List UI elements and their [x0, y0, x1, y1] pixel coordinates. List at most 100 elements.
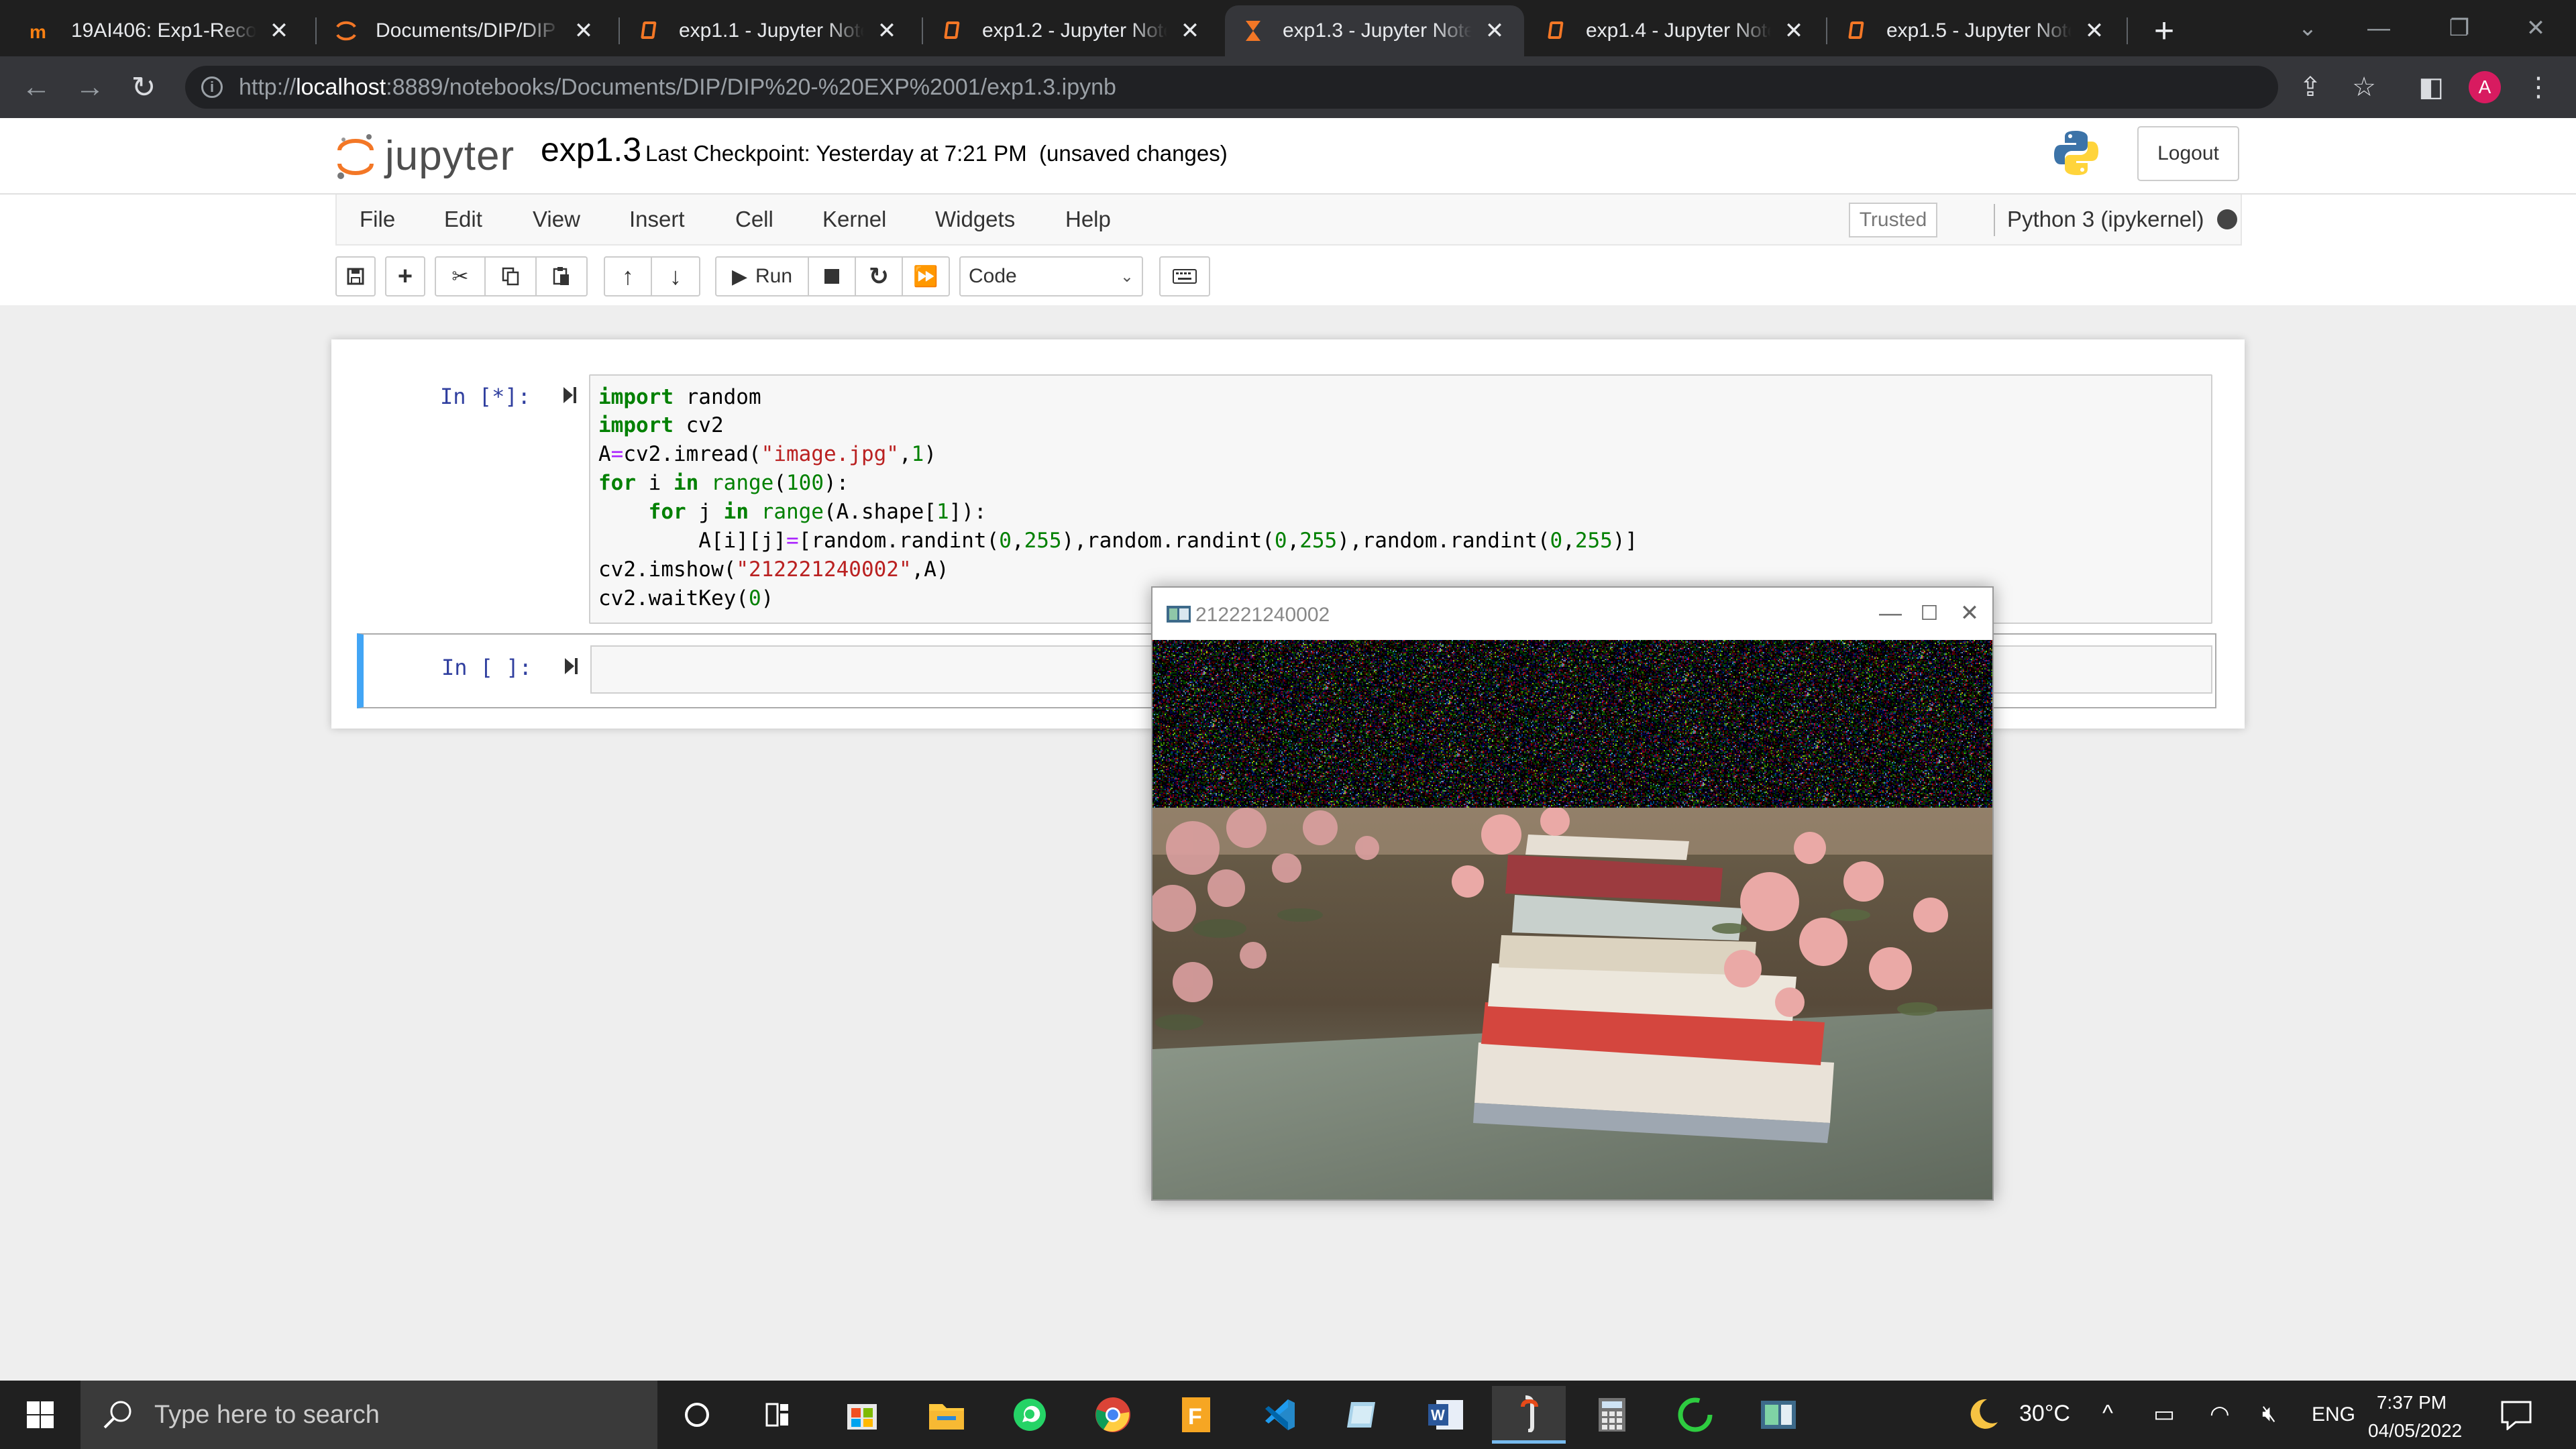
jupyter-logo-text: jupyter	[385, 132, 515, 179]
share-icon[interactable]: ⇪	[2289, 66, 2332, 109]
word-icon[interactable]: W	[1409, 1386, 1483, 1444]
python-logo-icon	[2054, 131, 2098, 175]
close-icon[interactable]: ✕	[1780, 17, 1807, 44]
info-icon[interactable]: i	[201, 76, 223, 98]
close-icon[interactable]: ✕	[1177, 17, 1203, 44]
opencv-taskbar-icon[interactable]	[1741, 1386, 1815, 1444]
maximize-icon[interactable]: ☐	[1909, 594, 1949, 632]
temperature[interactable]: 30°C	[2019, 1401, 2070, 1427]
save-button[interactable]	[335, 256, 376, 297]
whatsapp-icon[interactable]	[993, 1386, 1067, 1444]
cut-button[interactable]: ✂	[435, 256, 486, 297]
file-app-icon[interactable]: F	[1159, 1386, 1233, 1444]
new-tab-button[interactable]: +	[2144, 11, 2184, 51]
close-window-icon[interactable]: ✕	[2496, 0, 2576, 56]
browser-tab-strip: m 19AI406: Exp1-Record ✕ Documents/DIP/D…	[0, 0, 2576, 56]
window-titlebar[interactable]: 212221240002 — ☐ ✕	[1152, 588, 1992, 640]
cell-type-select[interactable]: Code ⌄	[959, 256, 1143, 297]
minimize-icon[interactable]: —	[1870, 594, 1911, 632]
vscode-icon[interactable]	[1242, 1386, 1316, 1444]
command-palette-button[interactable]	[1159, 256, 1210, 297]
language-indicator[interactable]: ENG	[2312, 1403, 2355, 1426]
copy-button[interactable]	[486, 256, 537, 297]
opencv-image-window[interactable]: 212221240002 — ☐ ✕	[1151, 586, 1994, 1201]
tab-documents[interactable]: Documents/DIP/DIP %20-%20EXP%2001/ ✕	[318, 5, 613, 56]
menu-widgets[interactable]: Widgets	[935, 207, 1015, 232]
tab-search-chevron-icon[interactable]: ⌄	[2267, 0, 2348, 56]
close-icon[interactable]: ✕	[873, 17, 900, 44]
tab-moodle[interactable]: m 19AI406: Exp1-Record ✕	[13, 5, 309, 56]
close-icon[interactable]: ✕	[1949, 594, 1990, 632]
forward-arrow-icon[interactable]: →	[68, 66, 111, 109]
tab-exp1-1[interactable]: exp1.1 - Jupyter Notebook ✕	[621, 5, 916, 56]
microsoft-store-icon[interactable]	[825, 1386, 899, 1444]
checkpoint-status: Last Checkpoint: Yesterday at 7:21 PM (u…	[645, 141, 1228, 166]
close-icon[interactable]: ✕	[2081, 17, 2108, 44]
run-cell-icon[interactable]	[562, 385, 578, 405]
menu-file[interactable]: File	[360, 207, 395, 232]
trusted-indicator[interactable]: Trusted	[1849, 203, 1937, 237]
notification-icon[interactable]	[2500, 1399, 2533, 1430]
clock-date: 04/05/2022	[2368, 1420, 2463, 1441]
tab-exp1-5[interactable]: exp1.5 - Jupyter Notebook ✕	[1829, 5, 2124, 56]
restart-run-all-button[interactable]: ⏩	[903, 256, 950, 297]
profile-avatar[interactable]: A	[2469, 71, 2501, 103]
insert-cell-button[interactable]: +	[385, 256, 425, 297]
calculator-icon[interactable]	[1575, 1386, 1649, 1444]
back-arrow-icon[interactable]: ←	[15, 66, 58, 109]
restore-icon[interactable]: ❐	[2419, 0, 2500, 56]
menu-help[interactable]: Help	[1065, 207, 1111, 232]
code-line: cv2.waitKey(0)	[598, 586, 774, 610]
restart-kernel-button[interactable]: ↻	[856, 256, 903, 297]
move-up-button[interactable]: ↑	[604, 256, 652, 297]
tab-exp1-2[interactable]: exp1.2 - Jupyter Notebook ✕	[924, 5, 1220, 56]
wifi-icon[interactable]: ◠	[2210, 1401, 2230, 1428]
menu-cell[interactable]: Cell	[735, 207, 773, 232]
notes-app-icon[interactable]	[1326, 1386, 1399, 1444]
url-host: localhost	[296, 74, 386, 100]
clock[interactable]: 7:37 PM 04/05/2022	[2368, 1389, 2463, 1445]
run-label: Run	[755, 265, 793, 287]
cortana-icon[interactable]	[660, 1386, 734, 1444]
close-icon[interactable]: ✕	[1481, 17, 1508, 44]
menu-view[interactable]: View	[533, 207, 580, 232]
menu-insert[interactable]: Insert	[629, 207, 685, 232]
close-icon[interactable]: ✕	[266, 17, 292, 44]
reload-icon[interactable]: ↻	[122, 66, 165, 109]
kernel-name[interactable]: Python 3 (ipykernel)	[2007, 207, 2204, 232]
address-bar[interactable]: i http://localhost:8889/notebooks/Docume…	[185, 66, 2278, 109]
taskbar-search[interactable]: Type here to search	[80, 1381, 657, 1449]
chevron-up-icon[interactable]: ^	[2102, 1401, 2113, 1427]
python-taskbar-icon[interactable]	[1492, 1386, 1566, 1444]
tab-label: exp1.3 - Jupyter Notebook	[1283, 19, 1472, 42]
close-icon[interactable]: ✕	[570, 17, 597, 44]
sync-app-icon[interactable]	[1658, 1386, 1732, 1444]
paste-button[interactable]	[537, 256, 588, 297]
tab-exp1-3[interactable]: exp1.3 - Jupyter Notebook ✕	[1225, 5, 1524, 56]
moon-weather-icon[interactable]	[1968, 1395, 2000, 1438]
battery-icon[interactable]: ▭	[2153, 1401, 2175, 1428]
menu-kernel[interactable]: Kernel	[822, 207, 886, 232]
tab-exp1-4[interactable]: exp1.4 - Jupyter Notebook ✕	[1528, 5, 1823, 56]
minimize-icon[interactable]: —	[2339, 0, 2419, 56]
interrupt-button[interactable]	[809, 256, 856, 297]
chrome-icon[interactable]	[1076, 1386, 1150, 1444]
run-cell-icon[interactable]	[564, 656, 580, 676]
task-view-icon[interactable]	[741, 1386, 814, 1444]
windows-start-button[interactable]	[0, 1381, 80, 1449]
more-menu-icon[interactable]: ⋮	[2517, 66, 2560, 109]
volume-muted-icon[interactable]: 🔇︎	[2262, 1401, 2276, 1427]
move-down-button[interactable]: ↓	[652, 256, 700, 297]
menu-edit[interactable]: Edit	[444, 207, 482, 232]
run-button[interactable]: ▶ Run	[715, 256, 809, 297]
jupyter-logo[interactable]: jupyter	[335, 129, 515, 182]
notebook-title[interactable]: exp1.3	[541, 130, 641, 169]
side-panel-icon[interactable]: ◧	[2410, 66, 2453, 109]
star-icon[interactable]: ☆	[2343, 66, 2385, 109]
code-line: A=cv2.imread("image.jpg",1)	[598, 442, 936, 466]
keyboard-icon	[1173, 269, 1197, 284]
displayed-image	[1152, 640, 1992, 1199]
logout-button[interactable]: Logout	[2137, 126, 2239, 181]
chevron-down-icon: ⌄	[1120, 268, 1134, 286]
file-explorer-icon[interactable]	[910, 1386, 983, 1444]
